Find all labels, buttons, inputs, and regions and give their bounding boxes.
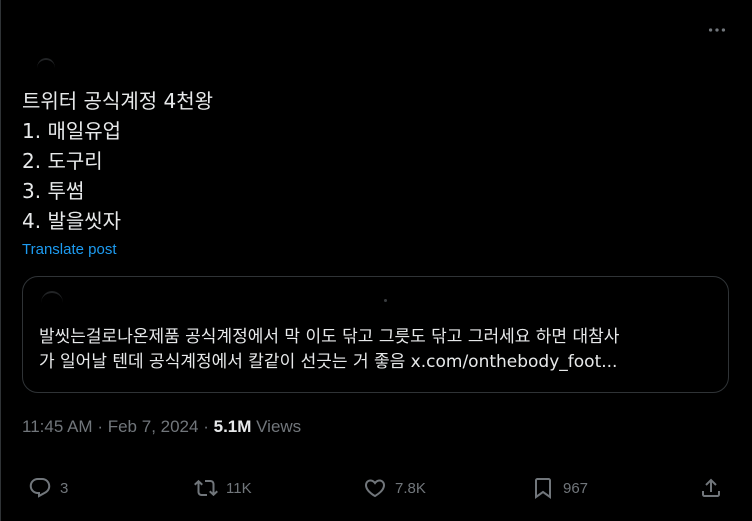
repost-button[interactable]: 11K [194, 476, 252, 500]
author-avatar[interactable] [37, 58, 55, 78]
tweet-line: 1. 매일유업 [22, 119, 122, 143]
post-time[interactable]: 11:45 AM [22, 417, 93, 436]
post-meta: 11:45 AM · Feb 7, 2024 · 5.1M Views [22, 417, 301, 437]
quoted-line: 가 일어날 텐데 공식계정에서 칼같이 선긋는 거 좋음 x.com/onthe… [39, 352, 618, 372]
tweet-line: 4. 발을씻자 [22, 209, 122, 233]
reply-count: 3 [60, 479, 69, 497]
tweet-line: 트위터 공식계정 4천왕 [22, 89, 214, 113]
tweet-text: 트위터 공식계정 4천왕 1. 매일유업 2. 도구리 3. 투썸 4. 발을씻… [22, 86, 213, 236]
tweet-detail: 트위터 공식계정 4천왕 1. 매일유업 2. 도구리 3. 투썸 4. 발을씻… [0, 0, 752, 521]
bookmark-button[interactable]: 967 [531, 476, 588, 500]
action-bar: 3 11K 7.8K 967 [1, 474, 752, 506]
views-label: Views [256, 417, 302, 436]
quoted-line: 발씻는걸로나온제품 공식계정에서 막 이도 닦고 그릇도 닦고 그러세요 하면 … [39, 327, 620, 347]
more-horizontal-icon [708, 28, 726, 32]
share-button[interactable] [699, 476, 723, 500]
like-button[interactable]: 7.8K [363, 476, 426, 500]
meta-separator: · [97, 417, 103, 436]
repost-icon [194, 479, 218, 497]
repost-count: 11K [226, 479, 252, 497]
bookmark-icon [535, 478, 551, 499]
post-date[interactable]: Feb 7, 2024 [108, 417, 199, 436]
like-icon [364, 479, 386, 498]
tweet-line: 2. 도구리 [22, 149, 103, 173]
like-count: 7.8K [395, 479, 426, 497]
share-icon [702, 478, 720, 497]
reply-icon [29, 478, 51, 498]
meta-separator: · [203, 417, 209, 436]
quoted-post[interactable]: 발씻는걸로나온제품 공식계정에서 막 이도 닦고 그릇도 닦고 그러세요 하면 … [22, 276, 729, 393]
views-count: 5.1M [213, 417, 252, 436]
more-options-button[interactable] [704, 20, 730, 40]
translate-post-link[interactable]: Translate post [22, 241, 117, 258]
quoted-author-avatar [41, 291, 63, 315]
bookmark-count: 967 [563, 479, 589, 497]
reply-button[interactable]: 3 [28, 476, 68, 500]
quoted-header-separator [384, 299, 387, 302]
quoted-post-text: 발씻는걸로나온제품 공식계정에서 막 이도 닦고 그릇도 닦고 그러세요 하면 … [39, 325, 719, 375]
tweet-line: 3. 투썸 [22, 179, 85, 203]
